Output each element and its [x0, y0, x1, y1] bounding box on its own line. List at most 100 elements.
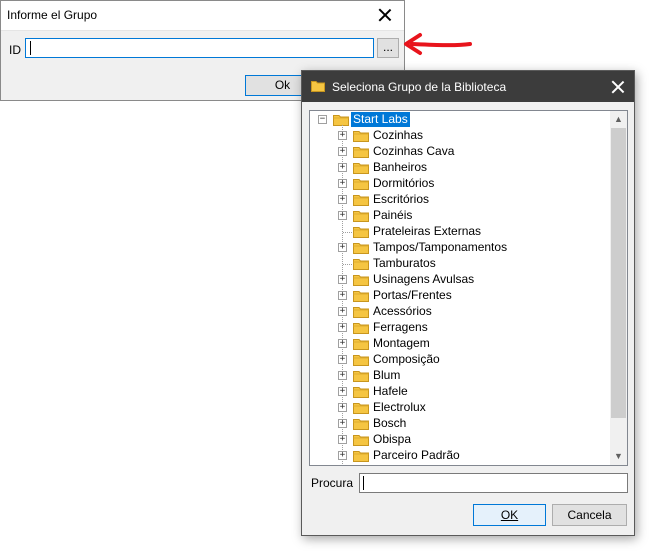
tree-node[interactable]: + Cozinhas [310, 128, 610, 144]
ok-button-label: OK [500, 508, 519, 522]
expand-icon[interactable]: + [338, 195, 347, 204]
tree-node[interactable]: + Dormitórios [310, 176, 610, 192]
tree-node[interactable]: − Start Labs [310, 112, 610, 128]
folder-icon [353, 434, 369, 446]
folder-icon [353, 178, 369, 190]
folder-icon [353, 194, 369, 206]
tree-node[interactable]: + Electrolux [310, 400, 610, 416]
tree-node[interactable]: + Ferragens [310, 320, 610, 336]
tree-node[interactable]: + Acessórios [310, 304, 610, 320]
tree-node-label: Parceiro Padrão [373, 448, 460, 462]
expand-icon[interactable]: + [338, 419, 347, 428]
dialog-title: Informe el Grupo [7, 8, 98, 22]
expand-icon[interactable]: + [338, 131, 347, 140]
expand-icon[interactable]: + [338, 243, 347, 252]
tree-vertical-scrollbar[interactable]: ▲ ▼ [610, 111, 627, 465]
tree-node[interactable]: + Banheiros [310, 160, 610, 176]
expand-icon[interactable]: + [338, 211, 347, 220]
folder-icon [353, 322, 369, 334]
folder-icon [353, 418, 369, 430]
text-caret [363, 476, 364, 490]
tree-node[interactable]: Tamburatos [310, 256, 610, 272]
folder-icon [353, 290, 369, 302]
folder-icon [353, 258, 369, 270]
tree-node-label: Cozinhas Cava [373, 144, 455, 158]
tree-node-label: Ferragens [373, 320, 428, 334]
seleciona-grupo-dialog: Seleciona Grupo de la Biblioteca − Start … [301, 70, 635, 536]
tree-node-label: Start Labs [351, 112, 410, 127]
informe-grupo-titlebar: Informe el Grupo [1, 1, 404, 31]
tree-node[interactable]: Prateleiras Externas [310, 224, 610, 240]
tree-node-label: Banheiros [373, 160, 428, 174]
expand-icon[interactable]: + [338, 403, 347, 412]
tree-node-label: Portas/Frentes [373, 288, 452, 302]
tree-node-label: Bosch [373, 416, 407, 430]
folder-icon [353, 242, 369, 254]
tree-node[interactable]: + Blum [310, 368, 610, 384]
folder-icon [353, 226, 369, 238]
expand-icon[interactable]: + [338, 179, 347, 188]
tree-node-label: Cozinhas [373, 128, 424, 142]
expand-icon[interactable]: + [338, 355, 347, 364]
tree-node[interactable]: + Parceiro Padrão [310, 448, 610, 464]
ok-button[interactable]: OK [473, 504, 546, 526]
expand-icon[interactable]: + [338, 435, 347, 444]
tree-node-label: Dormitórios [373, 176, 435, 190]
scroll-up-icon[interactable]: ▲ [614, 115, 623, 124]
tree-node[interactable]: + Escritórios [310, 192, 610, 208]
expand-icon[interactable]: + [338, 307, 347, 316]
folder-icon [353, 146, 369, 158]
folder-icon [353, 338, 369, 350]
tree-node-label: Tampos/Tamponamentos [373, 240, 508, 254]
expand-icon[interactable]: + [338, 339, 347, 348]
folder-icon [353, 370, 369, 382]
folder-icon [353, 450, 369, 462]
expand-icon[interactable]: + [338, 451, 347, 460]
tree-node-label: Usinagens Avulsas [373, 272, 475, 286]
expand-icon[interactable]: + [338, 163, 347, 172]
tree-node[interactable]: + Hafele [310, 384, 610, 400]
folder-icon [353, 130, 369, 142]
tree-node[interactable]: + Portas/Frentes [310, 288, 610, 304]
tree-node[interactable]: + Composição [310, 352, 610, 368]
folder-icon [311, 81, 325, 92]
expand-icon[interactable]: + [338, 387, 347, 396]
folder-icon [333, 114, 349, 126]
expand-icon[interactable]: + [338, 291, 347, 300]
cancel-button[interactable]: Cancela [552, 504, 627, 526]
browse-button[interactable]: ... [377, 38, 399, 58]
tree-node-label: Obispa [373, 432, 412, 446]
group-tree[interactable]: − Start Labs + Cozinhas + Cozinhas Cava + Banhe… [309, 110, 628, 466]
seleciona-grupo-titlebar: Seleciona Grupo de la Biblioteca [302, 71, 634, 102]
folder-icon [353, 274, 369, 286]
tree-node[interactable]: + Montagem [310, 336, 610, 352]
tree-node[interactable]: + Obispa [310, 432, 610, 448]
search-input[interactable] [359, 473, 628, 493]
folder-icon [353, 402, 369, 414]
tree-node-label: Prateleiras Externas [373, 224, 482, 238]
expand-icon[interactable]: + [338, 275, 347, 284]
expand-icon[interactable]: + [338, 371, 347, 380]
id-input[interactable] [25, 38, 374, 58]
expand-icon[interactable]: + [338, 323, 347, 332]
tree-node-label: Painéis [373, 208, 413, 222]
tree-node-label: Composição [373, 352, 440, 366]
tree-node-label: Blum [373, 368, 401, 382]
collapse-icon[interactable]: − [318, 115, 327, 124]
folder-icon [353, 162, 369, 174]
tree-node[interactable]: + Bosch [310, 416, 610, 432]
tree-node[interactable]: + Cozinhas Cava [310, 144, 610, 160]
tree-node[interactable]: + Usinagens Avulsas [310, 272, 610, 288]
red-arrow-annotation [404, 33, 472, 55]
scroll-thumb[interactable] [611, 128, 626, 418]
close-icon[interactable] [609, 78, 627, 96]
expand-icon[interactable]: + [338, 147, 347, 156]
scroll-down-icon[interactable]: ▼ [614, 452, 623, 461]
tree-node[interactable]: + Tampos/Tamponamentos [310, 240, 610, 256]
tree-node-label: Montagem [373, 336, 430, 350]
folder-icon [353, 210, 369, 222]
close-icon[interactable] [376, 6, 394, 24]
dialog-title: Seleciona Grupo de la Biblioteca [332, 80, 507, 94]
tree-node[interactable]: + Painéis [310, 208, 610, 224]
folder-icon [353, 306, 369, 318]
